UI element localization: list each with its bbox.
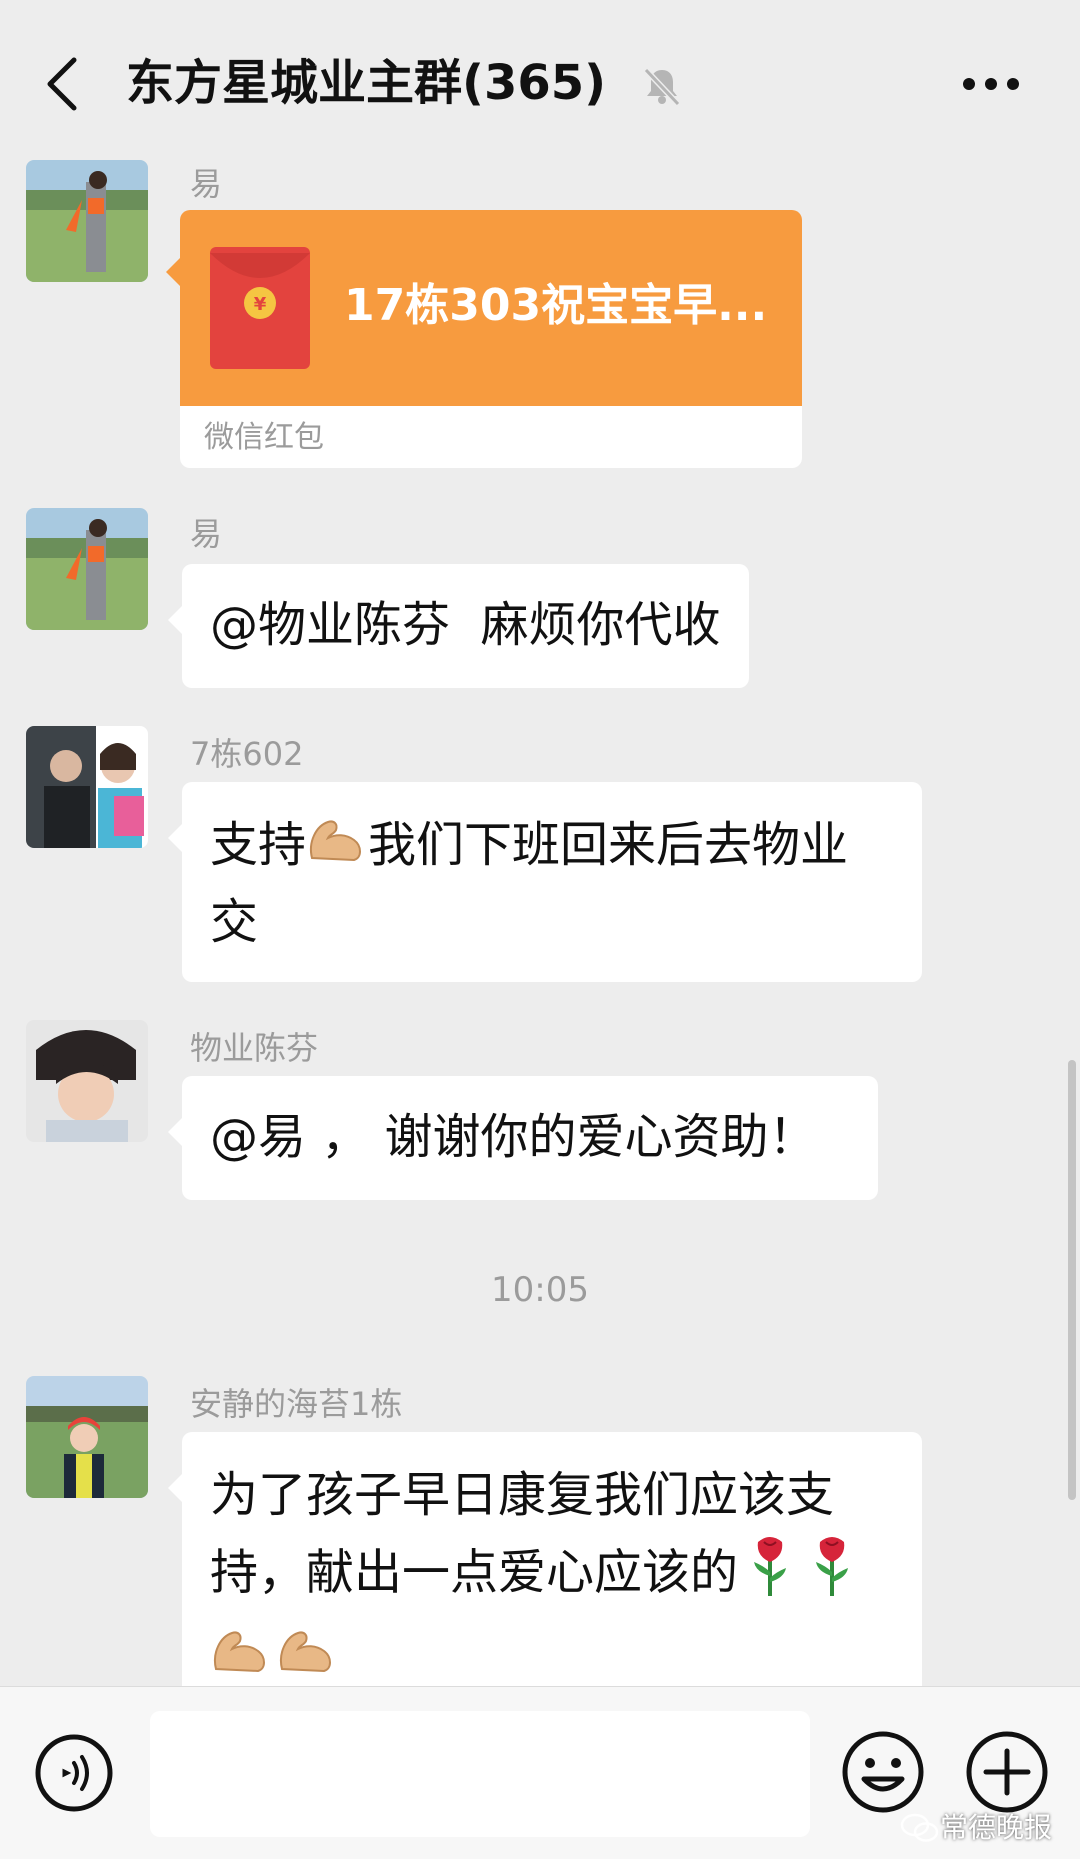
plus-icon bbox=[966, 1731, 1048, 1813]
message-text: 持，献出一点爱心应该的 bbox=[210, 1544, 739, 1601]
smiley-icon bbox=[842, 1731, 924, 1813]
red-packet-title: 17栋303祝宝宝早... bbox=[344, 280, 768, 331]
svg-text:¥: ¥ bbox=[254, 294, 267, 315]
sender-name: 易 bbox=[190, 165, 223, 203]
avatar[interactable] bbox=[26, 508, 148, 630]
message-bubble[interactable]: @物业陈芬 麻烦你代收 bbox=[168, 564, 749, 688]
wechat-logo-icon bbox=[900, 1812, 940, 1844]
message-text: @物业陈芬 麻烦你代收 bbox=[210, 597, 721, 653]
red-packet-message[interactable]: ¥ 17栋303祝宝宝早... 微信红包 bbox=[180, 210, 802, 468]
message-text: 交 bbox=[210, 894, 259, 950]
sender-name: 物业陈芬 bbox=[190, 1029, 319, 1067]
more-dots-icon bbox=[963, 78, 1019, 90]
rose-emoji bbox=[810, 1532, 854, 1619]
red-envelope-icon: ¥ bbox=[210, 247, 310, 369]
scrollbar[interactable] bbox=[1068, 1060, 1076, 1500]
timestamp: 10:05 bbox=[491, 1270, 589, 1310]
flexed-biceps-emoji bbox=[276, 1622, 338, 1696]
avatar[interactable] bbox=[26, 160, 148, 282]
message-bubble[interactable]: @易 ， 谢谢你的爱心资助！ bbox=[168, 1076, 878, 1200]
sender-name: 安静的海苔1栋 bbox=[190, 1385, 403, 1423]
voice-icon bbox=[35, 1734, 113, 1812]
flexed-biceps-emoji bbox=[306, 811, 368, 885]
message-text: @易 ， 谢谢你的爱心资助！ bbox=[210, 1109, 817, 1165]
message-text: 支持 bbox=[210, 817, 307, 873]
rose-emoji bbox=[748, 1532, 792, 1619]
sender-name: 7栋602 bbox=[190, 735, 304, 773]
flexed-biceps-emoji bbox=[210, 1622, 272, 1696]
emoji-button[interactable] bbox=[840, 1729, 926, 1815]
voice-input-button[interactable] bbox=[34, 1733, 114, 1813]
avatar[interactable] bbox=[26, 726, 148, 848]
more-functions-button[interactable] bbox=[964, 1729, 1050, 1815]
message-input[interactable] bbox=[150, 1711, 810, 1837]
red-packet-body: ¥ 17栋303祝宝宝早... bbox=[180, 210, 802, 406]
muted-bell-icon bbox=[640, 64, 684, 108]
message-text: 为了孩子早日康复我们应该支 bbox=[210, 1467, 835, 1523]
message-text: 我们下班回来后去物业 bbox=[368, 817, 849, 873]
red-packet-tail bbox=[166, 258, 180, 286]
message-bubble[interactable]: 为了孩子早日康复我们应该支 持，献出一点爱心应该的 bbox=[168, 1432, 922, 1702]
chevron-left-icon bbox=[47, 57, 77, 111]
avatar[interactable] bbox=[26, 1020, 148, 1142]
message-bubble[interactable]: 支持 我们下班回来后去物业 交 bbox=[168, 782, 922, 982]
watermark-text: 常德晚报 bbox=[940, 1811, 1053, 1844]
chat-header: 东方星城业主群(365) bbox=[0, 0, 1080, 160]
back-button[interactable] bbox=[40, 52, 84, 116]
sender-name: 易 bbox=[190, 515, 223, 553]
chat-title: 东方星城业主群(365) bbox=[126, 55, 607, 111]
red-packet-label: 微信红包 bbox=[204, 420, 324, 455]
avatar[interactable] bbox=[26, 1376, 148, 1498]
more-options-button[interactable] bbox=[960, 60, 1022, 108]
